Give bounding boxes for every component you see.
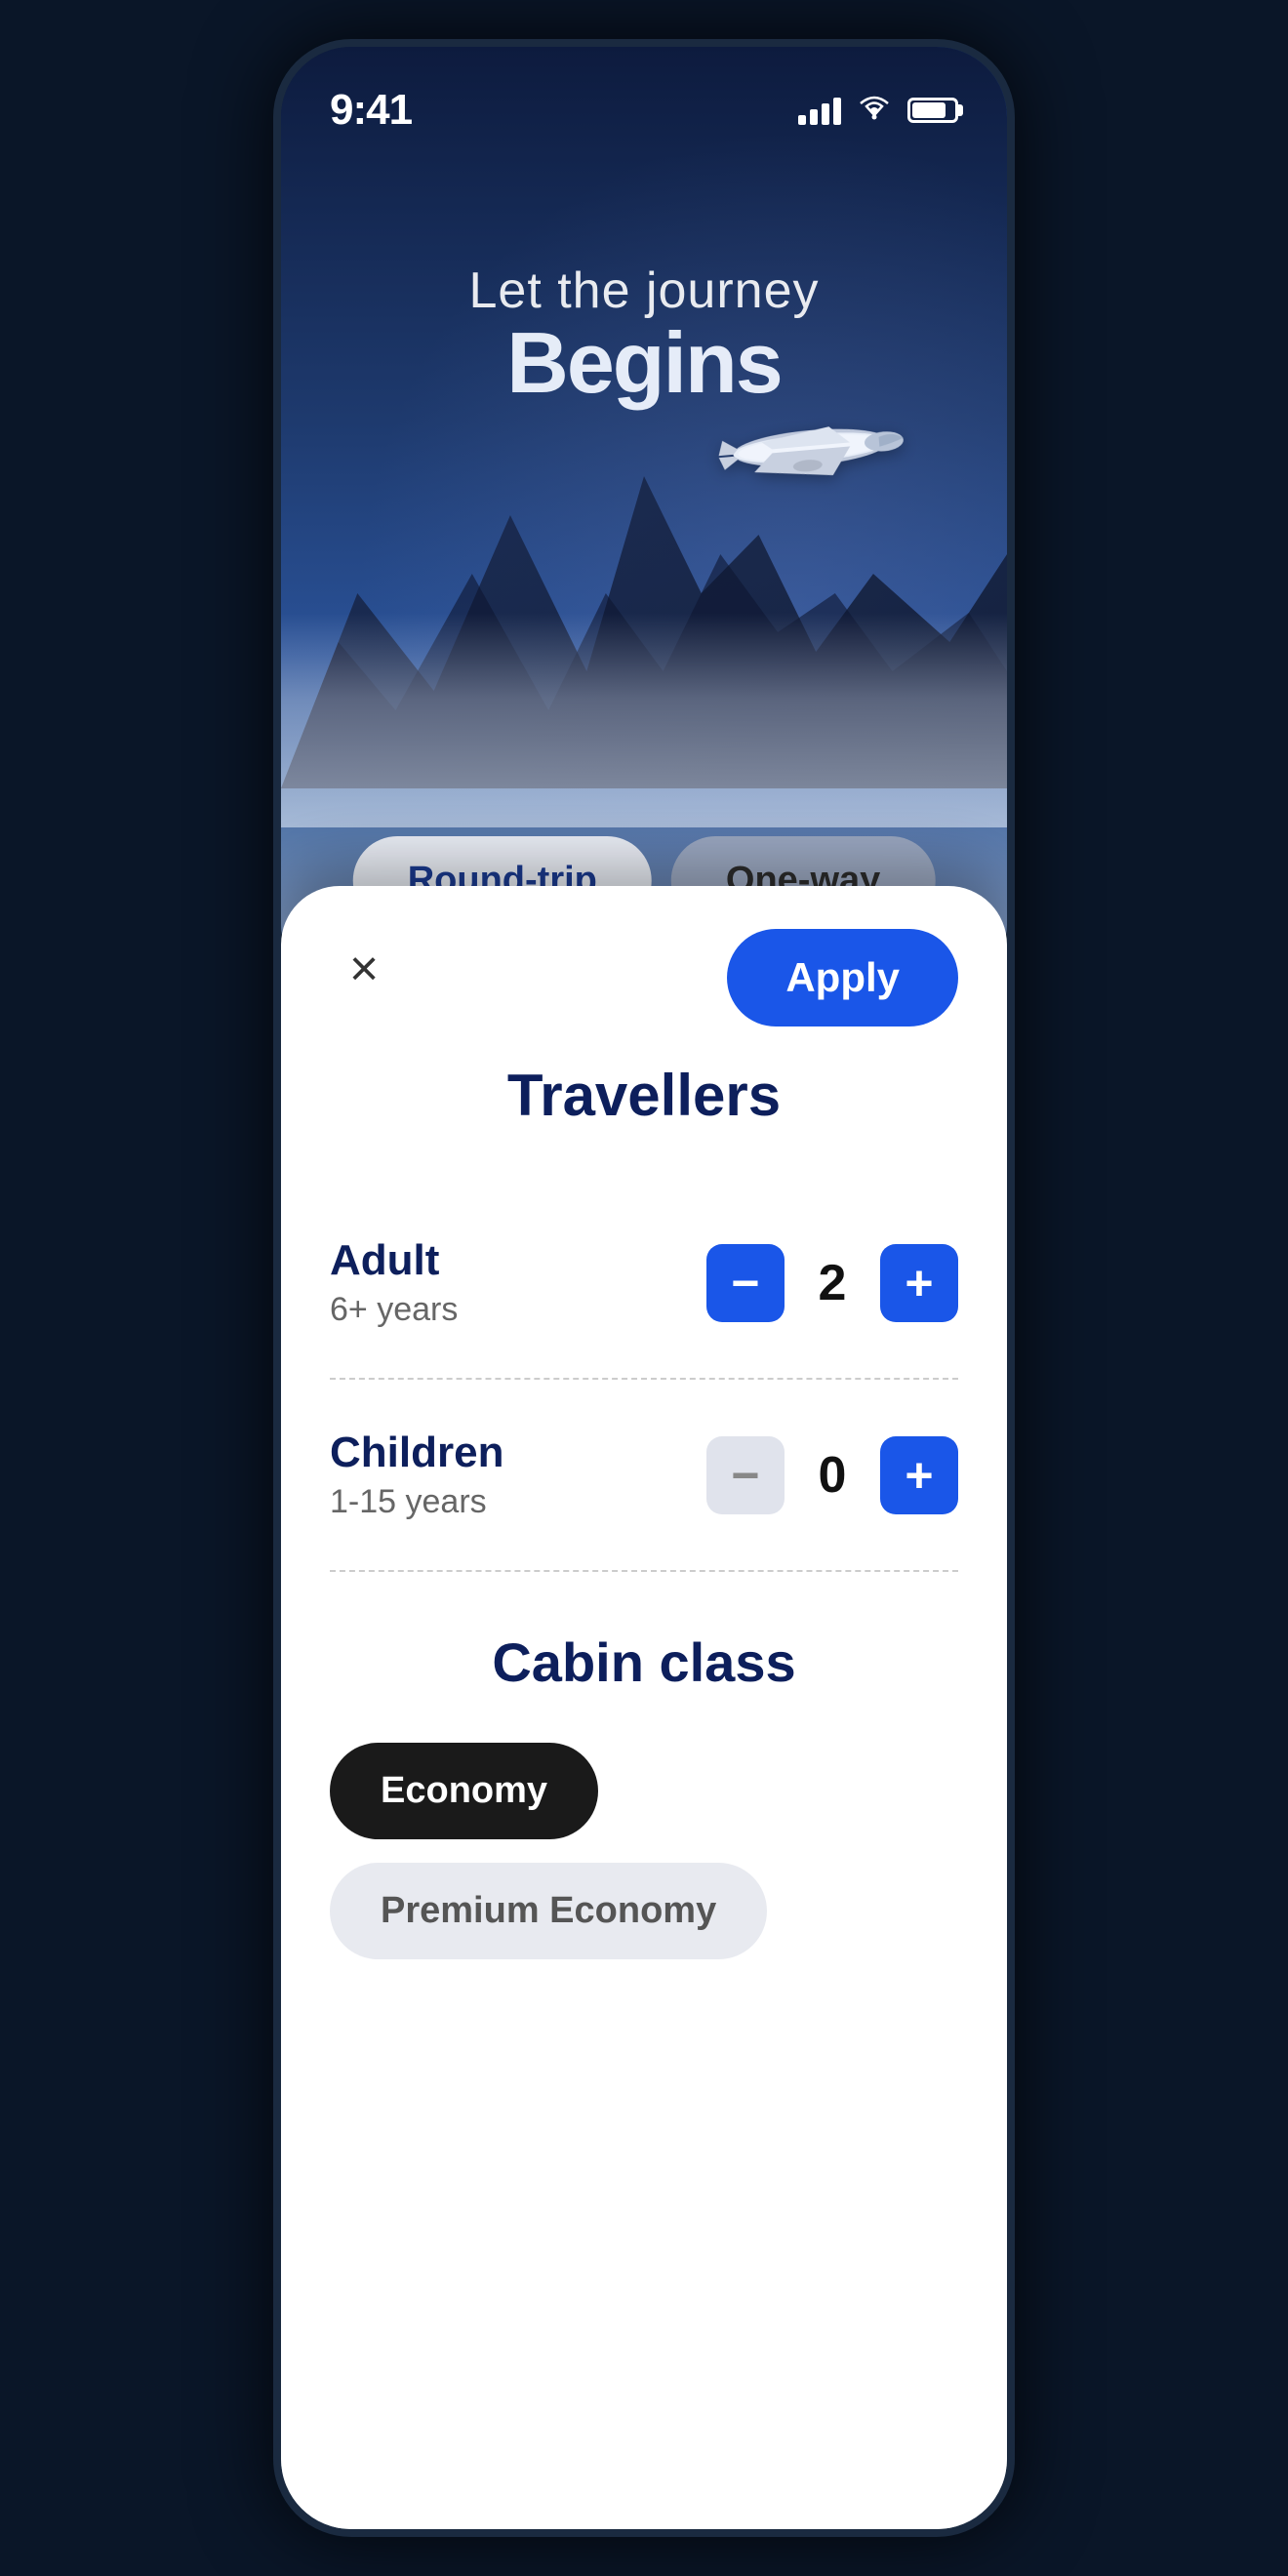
children-age-range: 1-15 years [330,1483,706,1521]
adult-label: Adult [330,1236,706,1285]
wifi-icon [857,94,892,128]
close-button[interactable]: × [330,935,398,1003]
hero-section: Let the journey Begins Round-trip One-wa… [281,47,1007,984]
hero-subtitle: Let the journey [281,262,1007,320]
apply-button[interactable]: Apply [727,929,958,1026]
modal-title: Travellers [330,1062,958,1129]
adult-increase-button[interactable]: + [880,1244,958,1322]
cabin-class-title: Cabin class [330,1630,958,1694]
children-count: 0 [808,1446,857,1505]
cabin-options: Economy Premium Economy [330,1743,958,1959]
children-info: Children 1-15 years [330,1429,706,1521]
signal-icon [798,96,841,125]
economy-button[interactable]: Economy [330,1743,598,1839]
adult-info: Adult 6+ years [330,1236,706,1329]
status-bar: 9:41 [281,47,1007,144]
hero-title: Begins [281,320,1007,406]
children-increase-button[interactable]: + [880,1436,958,1514]
cabin-class-section: Cabin class Economy Premium Economy [330,1630,958,1959]
adult-age-range: 6+ years [330,1291,706,1329]
children-row: Children 1-15 years − 0 + [330,1380,958,1572]
adult-row: Adult 6+ years − 2 + [330,1187,958,1380]
premium-economy-button[interactable]: Premium Economy [330,1863,767,1959]
children-label: Children [330,1429,706,1477]
adult-count: 2 [808,1254,857,1312]
travellers-modal: × Apply Travellers Adult 6+ years − 2 + [281,886,1007,2529]
hero-text: Let the journey Begins [281,262,1007,406]
status-time: 9:41 [330,86,412,135]
clouds-illustration [281,613,1007,827]
children-decrease-button[interactable]: − [706,1436,785,1514]
children-counter: − 0 + [706,1436,958,1514]
status-icons [798,94,958,128]
adult-counter: − 2 + [706,1244,958,1322]
phone-frame: 9:41 [273,39,1015,2537]
adult-decrease-button[interactable]: − [706,1244,785,1322]
battery-icon [907,98,958,123]
